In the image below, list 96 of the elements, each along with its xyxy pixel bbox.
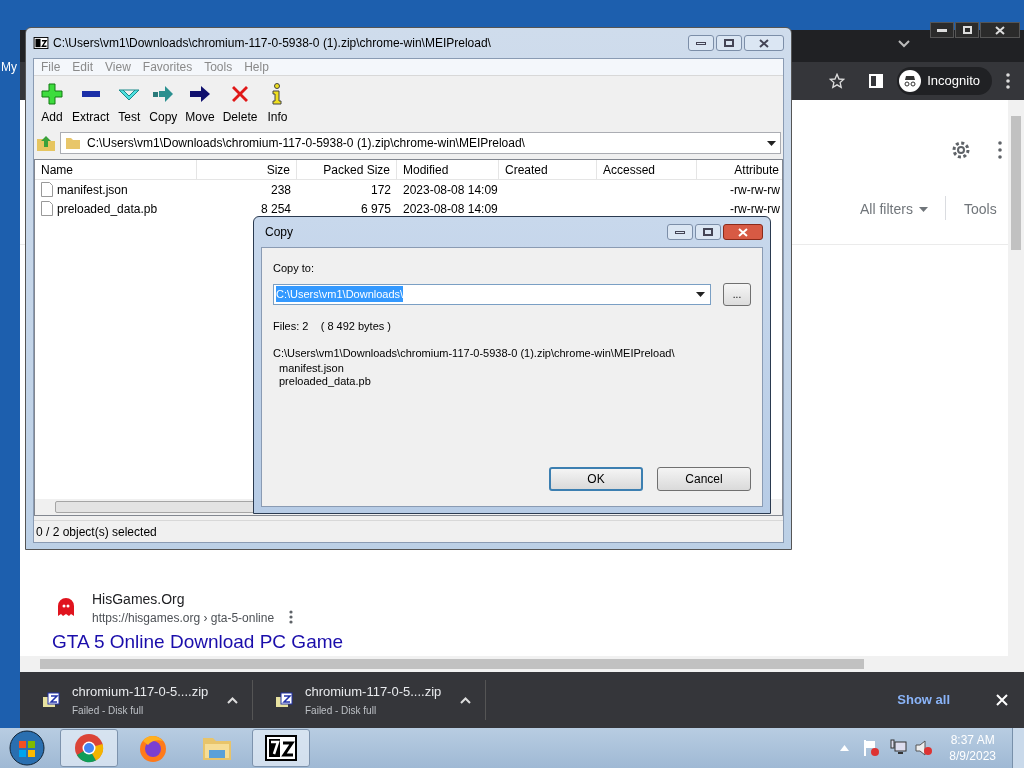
column-header[interactable]: Size xyxy=(197,160,297,179)
incognito-icon xyxy=(899,70,922,92)
profile-button[interactable]: Incognito xyxy=(897,67,992,95)
close-button[interactable] xyxy=(723,224,763,240)
download-filename[interactable]: chromium-117-0-5....zip xyxy=(72,681,227,702)
maximize-button[interactable] xyxy=(695,224,721,240)
caret-icon xyxy=(767,140,776,146)
tools-button[interactable]: Tools xyxy=(964,199,997,220)
maximize-button[interactable] xyxy=(716,35,742,51)
vertical-scrollbar[interactable] xyxy=(1008,100,1024,656)
file-name: preloaded_data.pb xyxy=(279,374,372,388)
table-cell-text: 6 975 xyxy=(359,200,392,218)
table-cell-text: -rw-rw-rw xyxy=(729,200,781,218)
column-header[interactable]: Modified xyxy=(397,160,499,179)
firefox-icon xyxy=(138,733,168,763)
file-name: manifest.json xyxy=(57,181,128,199)
site-name: HisGames.Org xyxy=(92,590,185,609)
table-cell-text: 238 xyxy=(269,181,292,199)
network-icon[interactable] xyxy=(889,739,908,757)
chevron-down-icon xyxy=(898,40,910,48)
horizontal-scrollbar[interactable] xyxy=(20,656,1024,672)
caret-icon xyxy=(918,207,928,212)
toolbar-button[interactable]: Delete xyxy=(218,82,262,126)
field-label: Copy to: xyxy=(273,261,315,276)
browse-button[interactable]: ... xyxy=(723,282,751,306)
close-icon[interactable] xyxy=(996,694,1008,706)
show-all-link[interactable]: Show all xyxy=(897,690,950,710)
close-icon xyxy=(759,38,769,48)
file-row[interactable]: manifest.json 238 172 2023-08-08 14:09 -rw-rw-rw xyxy=(35,180,782,199)
table-cell-text: 2023-08-08 14:09 xyxy=(402,200,499,218)
seven-zip-icon xyxy=(33,37,49,49)
column-header[interactable]: Created xyxy=(499,160,597,179)
flag-icon[interactable] xyxy=(863,739,882,757)
column-header[interactable]: Accessed xyxy=(597,160,697,179)
settings-icon[interactable] xyxy=(950,139,972,161)
column-header[interactable]: Attribute xyxy=(697,160,782,179)
dialog-title: Copy xyxy=(265,224,294,241)
minimize-button[interactable] xyxy=(930,22,954,38)
dialog-button[interactable]: OK xyxy=(549,467,643,491)
more-menu-icon[interactable] xyxy=(289,610,293,624)
folder-icon xyxy=(65,136,81,150)
table-cell-text: 172 xyxy=(369,181,392,199)
close-icon xyxy=(738,227,748,237)
chrome-icon xyxy=(74,733,104,763)
toolbar-button[interactable]: Move xyxy=(181,82,219,126)
folder-up-icon[interactable] xyxy=(36,134,56,152)
more-menu-icon[interactable] xyxy=(998,141,1002,159)
download-status: Failed - Disk full xyxy=(72,704,145,719)
minimize-button[interactable] xyxy=(667,224,693,240)
path-combobox[interactable]: C:\Users\vm1\Downloads\chromium-117-0-5938-0 (1).zip\chrome-win\MEIPreload\ xyxy=(60,132,781,154)
source-path: C:\Users\vm1\Downloads\chromium-117-0-5938-0 (1).zip\chrome-win\MEIPreload\ xyxy=(273,346,676,361)
star-icon[interactable] xyxy=(829,73,846,89)
files-summary: Files: 2 ( 8 492 bytes ) xyxy=(273,318,392,334)
ghost-icon xyxy=(58,598,74,616)
maximize-button[interactable] xyxy=(955,22,979,38)
status-text: 0 / 2 object(s) selected xyxy=(36,523,157,541)
toolbar-button[interactable]: Add xyxy=(36,82,68,126)
seven-zip-icon xyxy=(265,735,297,761)
close-icon xyxy=(995,25,1005,35)
desktop-icon-label: My xyxy=(1,59,17,76)
minimize-button[interactable] xyxy=(688,35,714,51)
site-url: https://hisgames.org › gta-5-online xyxy=(92,610,275,627)
speaker-muted-icon[interactable] xyxy=(915,739,934,757)
file-name: preloaded_data.pb xyxy=(57,200,158,218)
plus-icon xyxy=(40,82,64,106)
file-icon xyxy=(41,201,53,216)
dialog-button[interactable]: Cancel xyxy=(657,467,751,491)
more-menu-icon[interactable] xyxy=(1006,73,1010,89)
close-button[interactable] xyxy=(980,22,1020,38)
table-cell-text: 2023-08-08 14:09 xyxy=(402,181,499,199)
result-title-link[interactable]: GTA 5 Online Download PC Game xyxy=(52,631,344,653)
toolbar-button[interactable]: Info xyxy=(261,82,294,126)
side-panel-icon[interactable] xyxy=(869,74,884,88)
table-cell-text: -rw-rw-rw xyxy=(729,181,781,199)
start-button[interactable] xyxy=(6,729,48,767)
filters-dropdown[interactable]: All filters xyxy=(860,199,928,220)
toolbar-button[interactable]: Copy xyxy=(145,82,182,126)
toolbar-button[interactable]: Test xyxy=(113,82,146,126)
archive-file-icon xyxy=(42,692,60,708)
toolbar-button[interactable]: Extract xyxy=(68,82,114,126)
window-title: C:\Users\vm1\Downloads\chromium-117-0-5938-0 (1).zip\chrome-win\MEIPreload\ xyxy=(53,35,492,52)
chevron-up-icon[interactable] xyxy=(227,696,238,704)
table-cell-text: 8 254 xyxy=(259,200,292,218)
taskbar-button[interactable] xyxy=(252,729,310,767)
file-name: manifest.json xyxy=(279,361,345,375)
file-icon xyxy=(41,182,53,197)
download-filename[interactable]: chromium-117-0-5....zip xyxy=(305,681,460,702)
file-row[interactable]: preloaded_data.pb 8 254 6 975 2023-08-08 14:09 -rw-rw-rw xyxy=(35,199,782,218)
archive-file-icon xyxy=(275,692,293,708)
chevron-up-icon[interactable] xyxy=(460,696,471,704)
caret-icon xyxy=(696,291,705,297)
column-header[interactable]: Name xyxy=(35,160,197,179)
column-header[interactable]: Packed Size xyxy=(297,160,397,179)
close-button[interactable] xyxy=(744,35,784,51)
minus-icon xyxy=(81,91,100,97)
download-status: Failed - Disk full xyxy=(305,704,378,719)
